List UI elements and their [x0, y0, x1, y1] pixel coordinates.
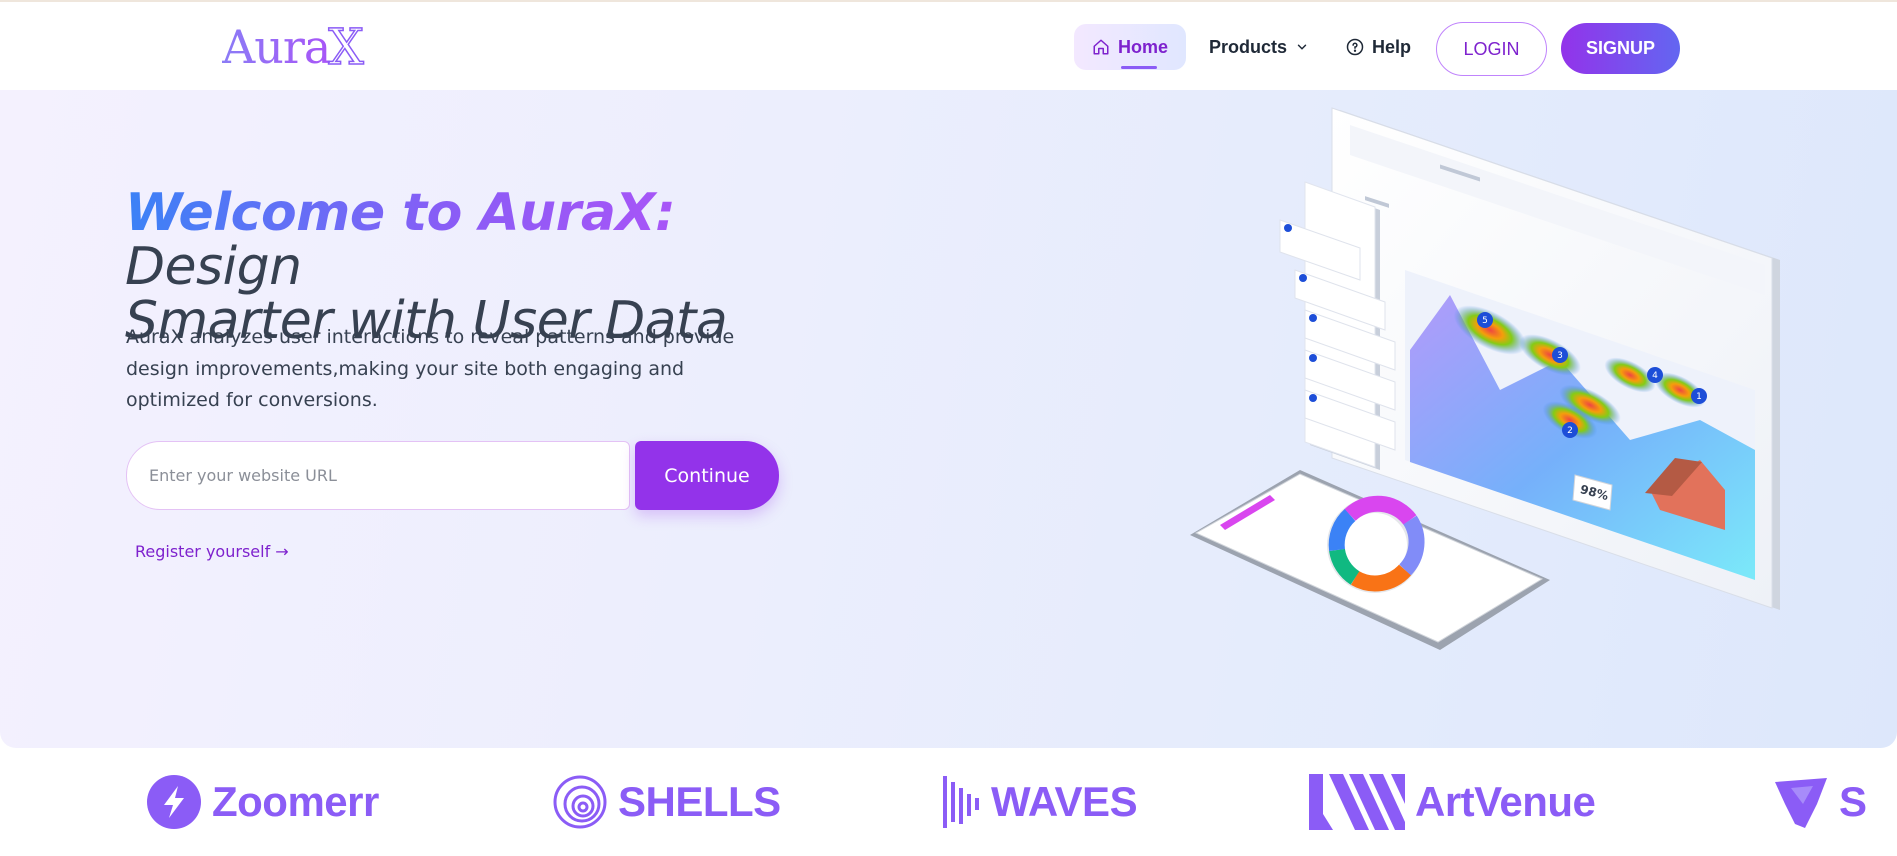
brand-name: SHELLS — [618, 778, 781, 825]
signup-button[interactable]: SIGNUP — [1561, 23, 1680, 74]
logo-x: X — [328, 17, 365, 77]
aurax-logo[interactable]: Aura X — [222, 17, 365, 77]
stripes-n-icon — [1309, 774, 1405, 830]
svg-text:3: 3 — [1557, 351, 1563, 361]
svg-text:2: 2 — [1567, 426, 1573, 436]
login-button[interactable]: LOGIN — [1436, 22, 1547, 76]
brand-waves: WAVES — [941, 774, 1138, 830]
fox-head-icon — [1775, 778, 1827, 828]
brand-zoomerr: Zoomerr — [146, 774, 379, 830]
svg-text:1: 1 — [1696, 392, 1702, 402]
site-header: Aura X Home Products Help LOGIN SIGNUP — [0, 2, 1897, 90]
bolt-circle-icon — [147, 775, 201, 829]
svg-text:4: 4 — [1652, 371, 1658, 381]
continue-button[interactable]: Continue — [635, 441, 779, 510]
nav-help-label: Help — [1372, 36, 1412, 57]
help-circle-icon — [1346, 38, 1364, 56]
brand-name: S — [1839, 778, 1867, 825]
chevron-down-icon — [1297, 44, 1307, 50]
brand-partial: S — [1773, 774, 1867, 830]
hero-description: AuraX analyzes user interactions to reve… — [126, 326, 735, 411]
active-indicator — [1121, 66, 1157, 69]
marker-5: 5 — [1482, 316, 1488, 326]
side-panel-cards — [1279, 181, 1396, 470]
headline-accent: Welcome to AuraX: — [125, 183, 676, 243]
brand-name: Zoomerr — [212, 778, 379, 825]
home-icon — [1093, 39, 1109, 55]
nav-products-label: Products — [1209, 36, 1288, 57]
nav-products[interactable]: Products — [1209, 24, 1309, 70]
website-url-input[interactable] — [126, 441, 630, 510]
spiral-shell-icon — [553, 775, 607, 829]
nav-help[interactable]: Help — [1346, 24, 1411, 70]
logo-text: Aura — [222, 20, 331, 74]
brand-artvenue: ArtVenue — [1309, 774, 1596, 830]
register-link[interactable]: Register yourself → — [135, 542, 289, 561]
headline-rest-1: Design — [125, 237, 302, 297]
sound-bars-icon — [943, 776, 979, 828]
dashboard-illustration: 5 3 4 1 2 98% — [1190, 107, 1780, 650]
brand-logos-strip: Zoomerr SHELLS WAVES ArtVenue S — [0, 748, 1897, 856]
nav-home[interactable]: Home — [1074, 24, 1186, 70]
nav-home-label: Home — [1118, 36, 1169, 57]
brand-name: ArtVenue — [1415, 778, 1596, 825]
brand-shells: SHELLS — [552, 774, 781, 830]
brand-name: WAVES — [991, 778, 1138, 825]
hero-section: Welcome to AuraX: Design Smarter with Us… — [0, 90, 1897, 748]
